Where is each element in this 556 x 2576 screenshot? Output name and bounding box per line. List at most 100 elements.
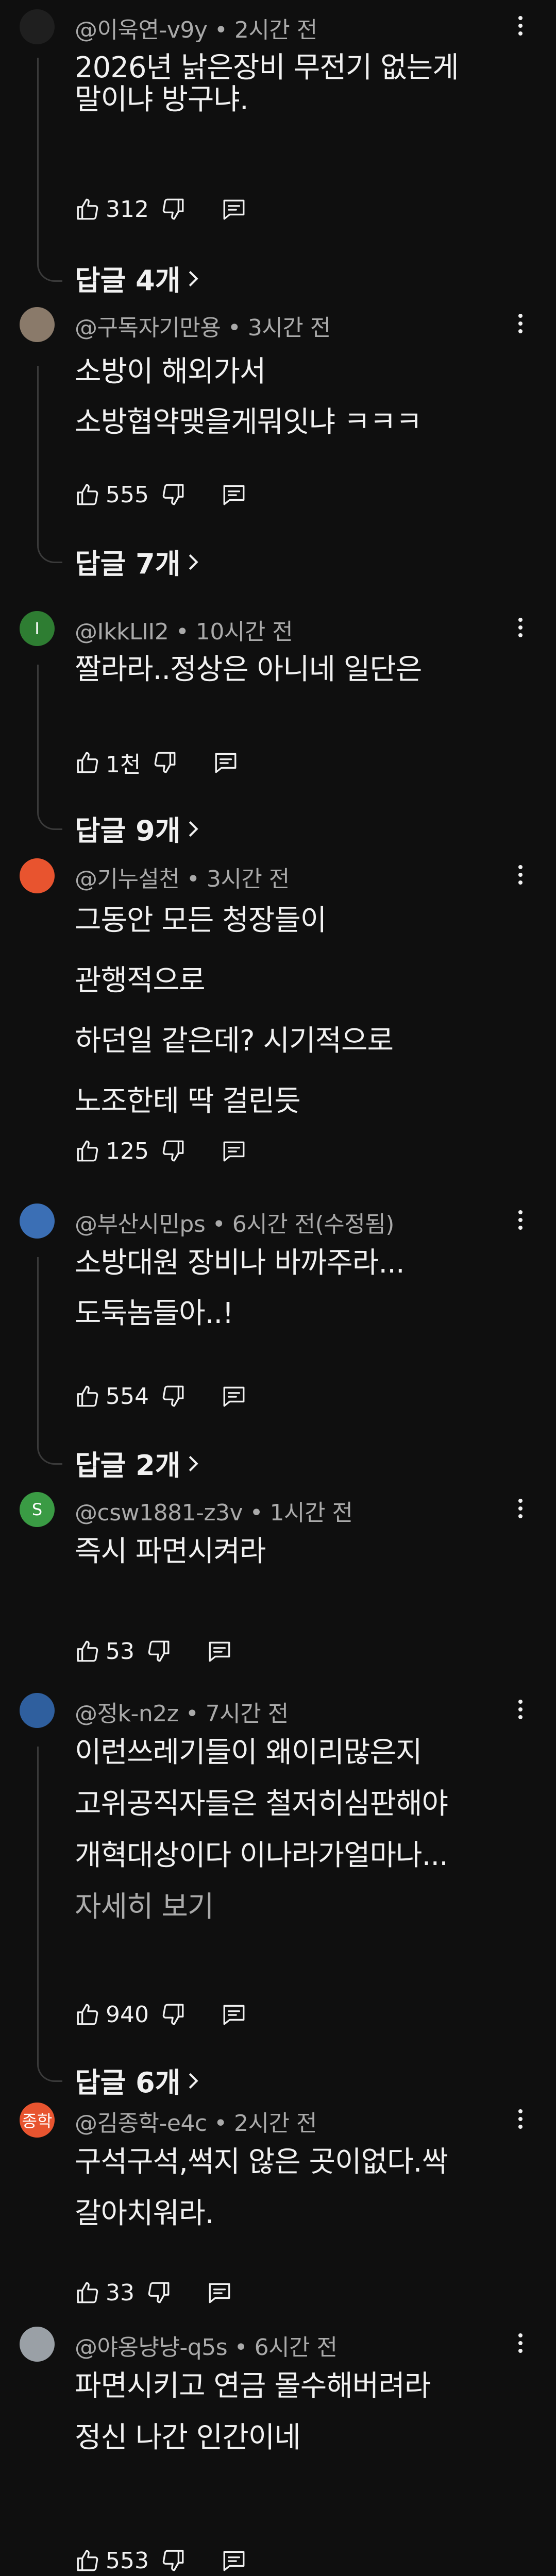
like-icon[interactable]: [75, 2280, 100, 2306]
comment-text-line: 이런쓰레기들이 왜이리많은지: [75, 1736, 423, 1769]
author-name[interactable]: @기누설천: [75, 866, 180, 892]
like-icon[interactable]: [75, 1638, 100, 1664]
dislike-icon[interactable]: [160, 2548, 186, 2573]
view-replies-button[interactable]: 답글 7개: [75, 541, 199, 582]
dislike-icon[interactable]: [146, 2280, 172, 2306]
avatar[interactable]: [20, 1693, 55, 1728]
reply-icon[interactable]: [221, 482, 247, 507]
dislike-icon[interactable]: [160, 1383, 186, 1409]
more-options-icon[interactable]: [510, 612, 531, 643]
comment-text-line: 그동안 모든 청장들이: [75, 904, 327, 937]
comment-actions: 125: [75, 1136, 247, 1166]
reply-icon[interactable]: [221, 2548, 247, 2573]
view-replies-button[interactable]: 답글 9개: [75, 808, 199, 849]
view-replies-button[interactable]: 답글 2개: [75, 1443, 199, 1483]
replies-label: 답글 9개: [75, 815, 181, 847]
author-name[interactable]: @IkkLII2: [75, 619, 169, 645]
read-more-link[interactable]: 자세히 보기: [75, 1891, 214, 1924]
view-replies-button[interactable]: 답글 4개: [75, 258, 199, 298]
reply-icon[interactable]: [207, 2280, 232, 2306]
comment-meta: @야옹냥냥-q5s • 6시간 전: [75, 2329, 338, 2362]
avatar[interactable]: [20, 2327, 55, 2362]
like-icon[interactable]: [75, 1138, 100, 1164]
comment-time: 1시간 전: [269, 1500, 353, 1526]
reply-thread-line: [37, 1747, 62, 2082]
comment-text-line: 구석구석,썩지 않은 곳이없다.싹: [75, 2145, 448, 2179]
meta-separator: •: [207, 2110, 234, 2137]
comment-actions: 555: [75, 479, 247, 510]
comment-actions: 33: [75, 2277, 232, 2308]
like-icon[interactable]: [75, 2002, 100, 2027]
author-name[interactable]: @csw1881-z3v: [75, 1500, 243, 1526]
comment-text-line: 짤라라..정상은 아니네 일단은: [75, 653, 422, 686]
reply-icon[interactable]: [221, 1138, 247, 1164]
meta-separator: •: [227, 2334, 255, 2361]
more-options-icon[interactable]: [510, 1493, 531, 1524]
like-icon[interactable]: [75, 2548, 100, 2573]
avatar[interactable]: [20, 858, 55, 893]
comment-text-line: 2026년 낡은장비 무전기 없는게: [75, 51, 459, 84]
like-count: 53: [106, 1638, 134, 1665]
like-icon[interactable]: [75, 482, 100, 507]
comment-text-line: 말이냐 방구냐.: [75, 83, 249, 116]
author-name[interactable]: @김종학-e4c: [75, 2110, 207, 2137]
comment-time: 2시간 전: [234, 17, 317, 43]
author-name[interactable]: @구독자기만용: [75, 315, 221, 341]
comment-actions: 554: [75, 1381, 247, 1412]
replies-label: 답글 7개: [75, 548, 181, 580]
like-icon[interactable]: [75, 1383, 100, 1409]
dislike-icon[interactable]: [160, 1138, 186, 1164]
comment-meta: @정k-n2z • 7시간 전: [75, 1695, 289, 1728]
avatar[interactable]: I: [20, 611, 55, 646]
author-name[interactable]: @정k-n2z: [75, 1701, 179, 1727]
like-count: 940: [106, 2001, 149, 2028]
comment-meta: @기누설천 • 3시간 전: [75, 860, 290, 893]
meta-separator: •: [179, 866, 207, 892]
avatar[interactable]: 종학: [20, 2103, 55, 2138]
like-count: 1천: [106, 752, 141, 778]
comment-meta: @부산시민ps • 6시간 전(수정됨): [75, 1206, 394, 1239]
reply-icon[interactable]: [221, 2002, 247, 2027]
chevron-right-icon: [180, 812, 199, 844]
dislike-icon[interactable]: [152, 750, 178, 775]
comment-time: 6시간 전(수정됨): [232, 1211, 395, 1238]
replies-label: 답글 2개: [75, 1449, 181, 1482]
reply-thread-line: [37, 1257, 62, 1465]
comment-text-line: 도둑놈들아..!: [75, 1297, 234, 1330]
like-count: 555: [106, 481, 149, 508]
dislike-icon[interactable]: [160, 2002, 186, 2027]
more-options-icon[interactable]: [510, 859, 531, 890]
reply-icon[interactable]: [213, 750, 239, 775]
more-options-icon[interactable]: [510, 1205, 531, 1235]
more-options-icon[interactable]: [510, 2328, 531, 2359]
avatar[interactable]: [20, 9, 55, 44]
avatar[interactable]: [20, 307, 55, 342]
reply-icon[interactable]: [207, 1638, 232, 1664]
comment-text-line: 정신 나간 인간이네: [75, 2421, 301, 2454]
view-replies-button[interactable]: 답글 6개: [75, 2060, 199, 2100]
like-count: 125: [106, 1138, 149, 1164]
author-name[interactable]: @야옹냥냥-q5s: [75, 2334, 228, 2361]
more-options-icon[interactable]: [510, 308, 531, 339]
reply-icon[interactable]: [221, 196, 247, 222]
avatar[interactable]: S: [20, 1492, 55, 1527]
comment-time: 3시간 전: [247, 315, 331, 341]
avatar[interactable]: [20, 1204, 55, 1239]
more-options-icon[interactable]: [510, 1694, 531, 1725]
comment-time: 2시간 전: [234, 2110, 317, 2137]
dislike-icon[interactable]: [160, 482, 186, 507]
comment-actions: 53: [75, 1636, 232, 1667]
comment-text-line: 파면시키고 연금 몰수해버려라: [75, 2369, 431, 2403]
like-icon[interactable]: [75, 196, 100, 222]
chevron-right-icon: [180, 262, 199, 294]
author-name[interactable]: @이욱연-v9y: [75, 17, 208, 43]
like-count: 554: [106, 1383, 149, 1410]
reply-icon[interactable]: [221, 1383, 247, 1409]
like-icon[interactable]: [75, 750, 100, 775]
more-options-icon[interactable]: [510, 2104, 531, 2134]
replies-label: 답글 4개: [75, 264, 181, 297]
dislike-icon[interactable]: [146, 1638, 172, 1664]
author-name[interactable]: @부산시민ps: [75, 1211, 206, 1238]
more-options-icon[interactable]: [510, 10, 531, 41]
dislike-icon[interactable]: [160, 196, 186, 222]
